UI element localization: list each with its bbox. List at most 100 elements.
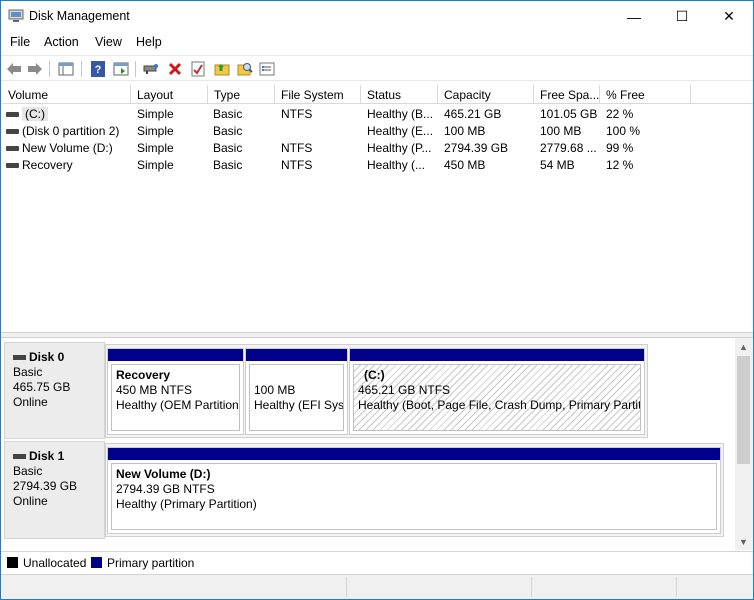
close-icon: ✕: [723, 8, 735, 24]
partition-body: Recovery 450 MB NTFS Healthy (OEM Partit…: [111, 364, 240, 431]
partition-status: Healthy (Primary Partition): [116, 497, 257, 511]
volume-row[interactable]: (C:) Simple Basic NTFS Healthy (B... 465…: [2, 106, 753, 123]
column-header-layout[interactable]: Layout: [131, 85, 208, 104]
disk-size: 2794.39 GB: [13, 479, 78, 493]
partition-title: New Volume (D:): [116, 467, 211, 481]
disk-0-partition-area: Recovery 450 MB NTFS Healthy (OEM Partit…: [105, 344, 648, 438]
close-button[interactable]: ✕: [706, 1, 752, 32]
volume-name: Recovery: [22, 158, 73, 172]
partition-size: 465.21 GB NTFS: [358, 383, 451, 397]
partition-c[interactable]: (C:) 465.21 GB NTFS Healthy (Boot, Page …: [349, 348, 645, 435]
volume-list-header: Volume Layout Type File System Status Ca…: [2, 85, 753, 104]
legend: Unallocated Primary partition: [1, 551, 753, 573]
partition-bar: [246, 349, 347, 361]
volume-row[interactable]: New Volume (D:) Simple Basic NTFS Health…: [2, 140, 753, 157]
status-pane: [346, 577, 347, 597]
column-header-volume[interactable]: Volume: [2, 85, 131, 104]
column-header-type[interactable]: Type: [208, 85, 275, 104]
partition-bar: [350, 349, 644, 361]
partition-new-volume-d[interactable]: New Volume (D:) 2794.39 GB NTFS Healthy …: [107, 447, 721, 534]
column-header-free-space[interactable]: Free Spa...: [534, 85, 600, 104]
legend-label-unallocated: Unallocated: [23, 556, 87, 570]
toolbar-separator: [81, 61, 82, 77]
delete-icon[interactable]: [166, 60, 184, 78]
svg-text:?: ?: [95, 64, 102, 76]
volume-layout: Simple: [137, 107, 174, 121]
chevron-up-icon: ▲: [739, 341, 748, 352]
volume-capacity: 450 MB: [444, 158, 486, 172]
partition-status: Healthy (EFI Syst: [254, 398, 344, 412]
explore-icon[interactable]: [236, 60, 254, 78]
toolbar-separator: [135, 61, 136, 77]
volume-type: Basic: [213, 141, 243, 155]
volume-name: New Volume (D:): [22, 141, 113, 155]
disk-name: Disk 1: [29, 449, 65, 463]
column-header-percent-free[interactable]: % Free: [600, 85, 691, 104]
volume-layout: Simple: [137, 141, 174, 155]
partition-body: 100 MB Healthy (EFI Syst: [249, 364, 344, 431]
partition-size: 100 MB: [254, 383, 296, 397]
open-folder-icon[interactable]: [213, 60, 231, 78]
disk-0-label[interactable]: Disk 0 Basic 465.75 GB Online: [4, 342, 105, 439]
menu-bar: File Action View Help: [1, 32, 753, 54]
volume-icon: [6, 112, 19, 117]
scroll-up-button[interactable]: ▲: [735, 338, 752, 355]
volume-free-space: 54 MB: [540, 158, 575, 172]
volume-list: Volume Layout Type File System Status Ca…: [2, 85, 753, 331]
toolbar-separator: [49, 61, 50, 77]
column-header-capacity[interactable]: Capacity: [438, 85, 534, 104]
volume-icon: [6, 146, 19, 151]
legend-label-primary-partition: Primary partition: [107, 556, 195, 570]
volume-free-space: 101.05 GB: [540, 107, 598, 121]
partition-efi[interactable]: 100 MB Healthy (EFI Syst: [245, 348, 348, 435]
partition-title: (C:): [364, 368, 385, 382]
scroll-down-button[interactable]: ▼: [735, 533, 752, 550]
menu-help[interactable]: Help: [136, 35, 162, 49]
forward-arrow-icon[interactable]: [26, 60, 44, 78]
minimize-icon: —: [627, 8, 641, 25]
disk-1-partition-area: New Volume (D:) 2794.39 GB NTFS Healthy …: [105, 443, 724, 537]
disk-icon: [13, 355, 26, 361]
scrollbar-thumb[interactable]: [737, 356, 750, 464]
volume-row[interactable]: Recovery Simple Basic NTFS Healthy (... …: [2, 157, 753, 174]
show-action-pane-icon[interactable]: [112, 60, 130, 78]
help-icon[interactable]: ?: [89, 60, 107, 78]
disk-management-app-icon: [8, 9, 24, 23]
maximize-icon: ☐: [675, 8, 689, 24]
window-title: Disk Management: [29, 9, 130, 23]
volume-row[interactable]: (Disk 0 partition 2) Simple Basic Health…: [2, 123, 753, 140]
minimize-button[interactable]: —: [611, 1, 657, 32]
menu-file[interactable]: File: [10, 35, 30, 49]
volume-status: Healthy (P...: [367, 141, 432, 155]
column-header-file-system[interactable]: File System: [275, 85, 361, 104]
partition-status: Healthy (Boot, Page File, Crash Dump, Pr…: [358, 398, 641, 412]
volume-status: Healthy (E...: [367, 124, 434, 138]
volume-capacity: 100 MB: [444, 124, 486, 138]
menu-action[interactable]: Action: [44, 35, 79, 49]
partition-size: 2794.39 GB NTFS: [116, 482, 215, 496]
status-bar: [1, 574, 753, 599]
toolbar: ?: [1, 55, 753, 81]
settings-icon[interactable]: [258, 60, 276, 78]
properties-icon[interactable]: [189, 60, 207, 78]
graphical-view-scrollbar[interactable]: ▲ ▼: [735, 338, 752, 550]
menu-view[interactable]: View: [95, 35, 122, 49]
disk-management-window: Disk Management — ☐ ✕ File Action View H…: [0, 0, 754, 600]
disk-1-label[interactable]: Disk 1 Basic 2794.39 GB Online: [4, 441, 105, 539]
status-pane: [676, 577, 677, 597]
volume-capacity: 465.21 GB: [444, 107, 502, 121]
column-header-status[interactable]: Status: [361, 85, 438, 104]
volume-free-space: 2779.68 ...: [540, 141, 597, 155]
volume-free-space: 100 MB: [540, 124, 582, 138]
connect-drive-icon[interactable]: [142, 60, 160, 78]
maximize-button[interactable]: ☐: [659, 1, 705, 32]
volume-percent-free: 99 %: [606, 141, 634, 155]
partition-size: 450 MB NTFS: [116, 383, 193, 397]
back-arrow-icon[interactable]: [5, 60, 23, 78]
partition-recovery[interactable]: Recovery 450 MB NTFS Healthy (OEM Partit…: [107, 348, 244, 435]
partition-title: Recovery: [116, 368, 171, 382]
volume-file-system: NTFS: [281, 107, 313, 121]
show-hide-console-tree-icon[interactable]: [57, 60, 75, 78]
volume-name: (C:): [22, 107, 48, 121]
legend-swatch-primary-partition: [91, 557, 102, 568]
